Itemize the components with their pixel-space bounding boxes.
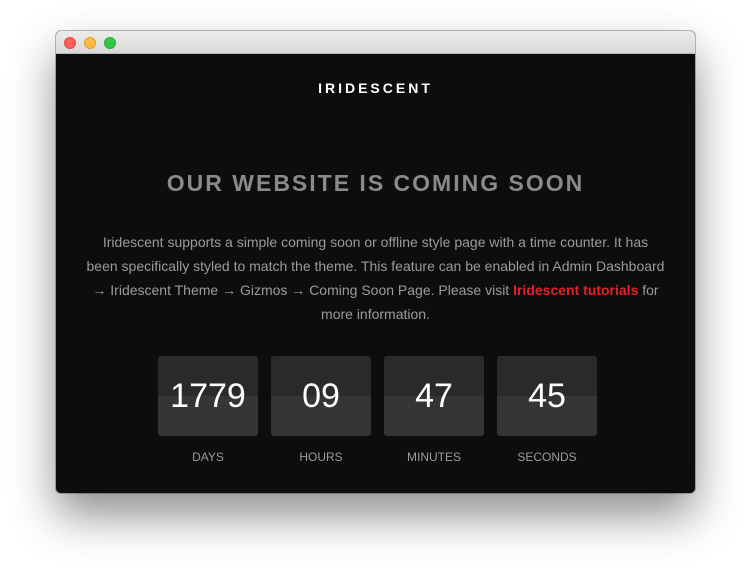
page-description: Iridescent supports a simple coming soon… — [86, 230, 665, 326]
countdown-minutes: 47 MINUTES — [384, 356, 484, 464]
browser-window: IRIDESCENT OUR WEBSITE IS COMING SOON Ir… — [56, 31, 695, 493]
minutes-label: MINUTES — [407, 450, 461, 464]
countdown-days: 1779 DAYS — [158, 356, 258, 464]
maximize-window-button[interactable] — [104, 37, 116, 49]
minutes-value: 47 — [384, 356, 484, 436]
days-label: DAYS — [192, 450, 224, 464]
days-value: 1779 — [158, 356, 258, 436]
hours-value: 09 — [271, 356, 371, 436]
coming-soon-page: IRIDESCENT OUR WEBSITE IS COMING SOON Ir… — [56, 54, 695, 493]
minimize-window-button[interactable] — [84, 37, 96, 49]
countdown-hours: 09 HOURS — [271, 356, 371, 464]
seconds-label: SECONDS — [517, 450, 577, 464]
site-logo-text[interactable]: IRIDESCENT — [56, 80, 695, 96]
hours-label: HOURS — [299, 450, 343, 464]
page-title: OUR WEBSITE IS COMING SOON — [166, 170, 585, 196]
tutorials-link[interactable]: Iridescent tutorials — [513, 282, 638, 298]
window-titlebar — [56, 31, 695, 54]
seconds-value: 45 — [497, 356, 597, 436]
close-window-button[interactable] — [64, 37, 76, 49]
countdown-seconds: 45 SECONDS — [497, 356, 597, 464]
countdown-timer: 1779 DAYS 09 HOURS 47 MINUTES 45 SECONDS — [158, 356, 598, 466]
